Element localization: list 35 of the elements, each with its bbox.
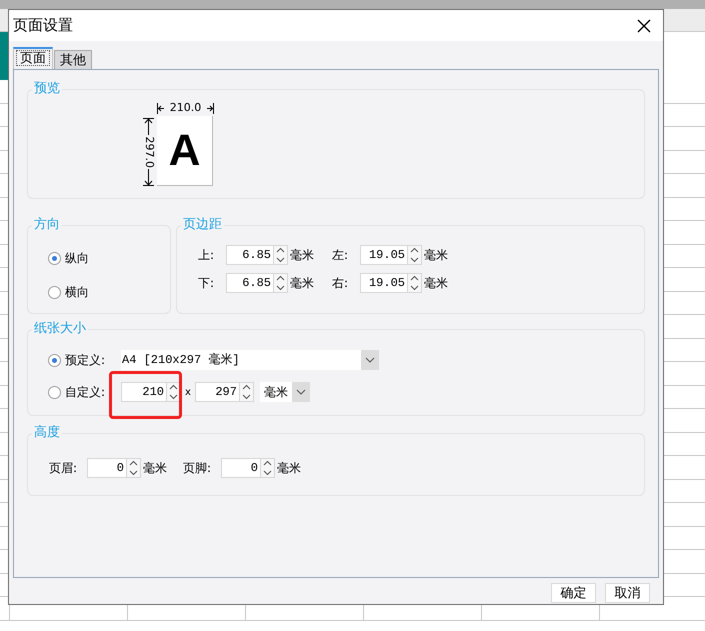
tab[interactable]: 页面 xyxy=(13,47,53,69)
field-label: 上: xyxy=(198,247,216,264)
unit-label: 毫米 xyxy=(143,460,167,477)
number-field[interactable]: 6.85 xyxy=(226,245,273,265)
unit-label: 毫米 xyxy=(290,247,314,264)
number-field[interactable]: 19.05 xyxy=(360,273,407,293)
times-sign: x xyxy=(185,386,191,400)
radio-label[interactable]: 横向 xyxy=(65,283,89,301)
unit-label: 毫米 xyxy=(277,460,301,477)
paper-size-dropdown[interactable]: A4 [210x297 毫米] xyxy=(121,350,379,370)
tab[interactable]: 其他 xyxy=(54,50,92,69)
number-field[interactable]: 19.05 xyxy=(360,245,407,265)
unit-dropdown[interactable]: 毫米 xyxy=(260,382,310,402)
unit-label: 毫米 xyxy=(424,247,448,264)
radio-label[interactable]: 预定义: xyxy=(65,351,117,369)
field-label: 页眉: xyxy=(49,460,78,477)
number-field[interactable]: 0 xyxy=(87,458,126,478)
number-field[interactable]: 210 xyxy=(121,382,166,402)
field-label: 页脚: xyxy=(183,460,212,477)
dialog-button[interactable]: 取消 xyxy=(605,583,650,603)
unit-label: 毫米 xyxy=(290,275,314,292)
number-field[interactable]: 0 xyxy=(221,458,260,478)
window-title: 页面设置 xyxy=(13,15,73,36)
radio-label[interactable]: 自定义: xyxy=(65,383,117,401)
preview-letter: A xyxy=(168,128,200,172)
field-label: 下: xyxy=(198,275,216,292)
field-label: 右: xyxy=(332,275,350,292)
number-field[interactable]: 6.85 xyxy=(226,273,273,293)
radio-label[interactable]: 纵向 xyxy=(65,249,89,267)
number-field[interactable]: 297 xyxy=(194,382,239,402)
height-dimension: 297.0 xyxy=(142,136,158,168)
unit-label: 毫米 xyxy=(424,275,448,292)
field-label: 左: xyxy=(332,247,350,264)
width-dimension: 210.0 xyxy=(170,101,202,115)
dialog-button[interactable]: 确定 xyxy=(551,583,596,603)
